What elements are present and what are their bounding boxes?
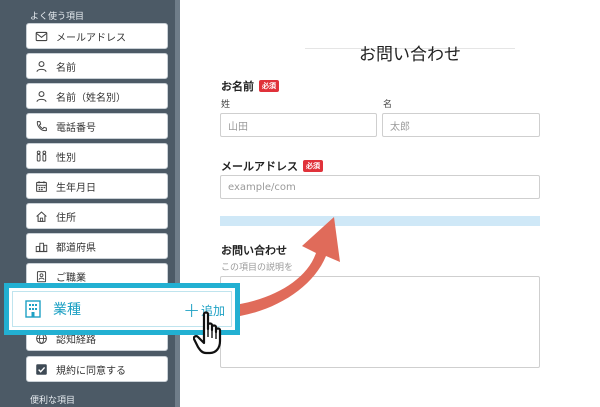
sidebar-item-prefecture[interactable]: 都道府県 [26,233,168,259]
sidebar-item-label: 電話番号 [56,122,96,134]
person-icon [34,89,48,103]
mail-icon [34,29,48,43]
sidebar-item-label: 住所 [56,212,76,224]
sidebar-item-label: メールアドレス [56,32,126,44]
gender-icon [34,149,48,163]
sidebar-item-email[interactable]: メールアドレス [26,23,168,49]
sidebar-scrollbar[interactable] [175,0,180,407]
sidebar-item-gender[interactable]: 性別 [26,143,168,169]
sidebar-item-label: 生年月日 [56,182,96,194]
name-label-text: お名前 [221,80,254,93]
inquiry-textarea[interactable] [220,276,540,368]
email-field-label: メールアドレス 必須 [221,158,323,174]
sidebar-item-phone[interactable]: 電話番号 [26,113,168,139]
phone-icon [34,119,48,133]
last-name-label: 姓 [221,100,231,110]
first-name-label: 名 [383,100,393,110]
email-label-text: メールアドレス [221,160,298,173]
required-badge: 必須 [303,160,323,172]
email-input[interactable]: example/com [220,175,540,199]
sidebar-item-birthdate[interactable]: 生年月日 [26,173,168,199]
first-name-input[interactable]: 太郎 [382,113,540,137]
sidebar-heading-useful: 便利な項目 [30,396,76,406]
calendar-icon [34,179,48,193]
home-icon [34,209,48,223]
sidebar-item-label: 名前（姓名別） [56,92,126,104]
name-field-label: お名前 必須 [221,78,279,94]
sidebar-item-name[interactable]: 名前 [26,53,168,79]
inquiry-help-text: この項目の説明を [221,263,294,273]
sidebar-item-label: 名前 [56,62,76,74]
hand-pointer-icon [193,311,222,355]
checkbox-icon [34,362,48,376]
inquiry-field-label: お問い合わせ [221,244,287,257]
building-icon [25,300,41,318]
required-badge: 必須 [259,80,279,92]
sidebar-item-label: 規約に同意する [56,365,126,377]
form-title: お問い合わせ [359,45,461,65]
person-icon [34,59,48,73]
sidebar-item-label: ご職業 [56,272,86,284]
sidebar-item-address[interactable]: 住所 [26,203,168,229]
dragged-field-label: 業種 [53,302,81,318]
sidebar-item-label: 性別 [56,152,76,164]
sidebar-item-name-split[interactable]: 名前（姓名別） [26,83,168,109]
city-icon [34,239,48,253]
sidebar-item-label: 都道府県 [56,242,96,254]
badge-icon [34,269,48,283]
drop-indicator [220,216,540,226]
sidebar-item-agree-terms[interactable]: 規約に同意する [26,356,168,382]
sidebar-heading-frequent: よく使う項目 [30,12,85,22]
last-name-input[interactable]: 山田 [220,113,377,137]
